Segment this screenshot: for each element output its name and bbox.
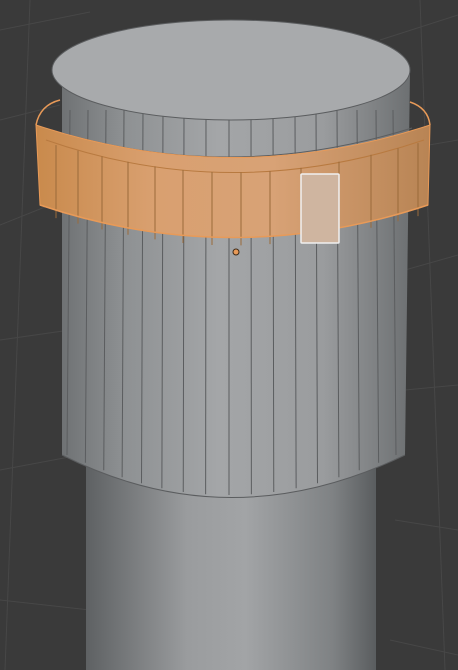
3d-viewport[interactable] <box>0 0 458 670</box>
viewport-canvas[interactable] <box>0 0 458 670</box>
body-cylinder <box>51 70 413 498</box>
active-face[interactable] <box>300 173 340 244</box>
median-point-icon <box>232 248 240 256</box>
top-cap-face[interactable] <box>51 19 411 121</box>
